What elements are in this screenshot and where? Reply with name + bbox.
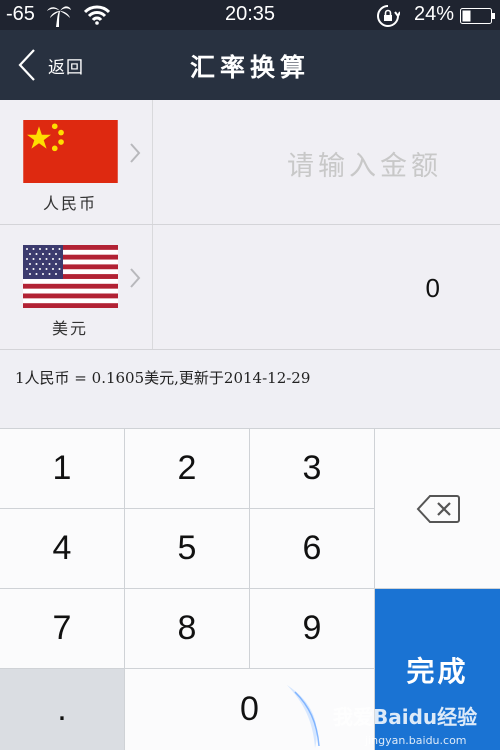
exchange-rate-info: 1人民币 = 0.1605美元,更新于2014-12-29 xyxy=(15,369,311,387)
done-button[interactable]: 完成 xyxy=(375,589,500,750)
key-0[interactable]: 0 xyxy=(125,669,374,750)
converted-value: 0 xyxy=(425,273,440,303)
backspace-icon xyxy=(416,494,460,523)
battery-icon xyxy=(460,8,495,24)
key-9[interactable]: 9 xyxy=(250,589,374,668)
from-currency-name: 人民币 xyxy=(42,194,97,213)
key-8[interactable]: 8 xyxy=(125,589,249,668)
usa-flag-icon xyxy=(23,245,118,308)
to-currency-selector[interactable]: 美元 xyxy=(0,225,153,349)
numeric-keypad: 1 2 3 4 5 6 7 8 9 . 0 完成 xyxy=(0,428,500,750)
china-flag-icon xyxy=(23,120,118,183)
key-2[interactable]: 2 xyxy=(125,429,249,508)
amount-input[interactable]: 请输入金额 xyxy=(160,144,442,183)
chevron-right-icon xyxy=(130,268,141,288)
from-currency-selector[interactable]: 人民币 xyxy=(0,100,153,224)
chevron-right-icon xyxy=(130,143,141,163)
from-currency-row: 人民币 请输入金额 xyxy=(0,100,500,225)
backspace-button[interactable] xyxy=(375,429,500,588)
rotation-lock-icon xyxy=(377,5,400,27)
battery-percent: 24% xyxy=(414,3,455,25)
nav-bar: 返回 汇率换算 xyxy=(0,30,500,100)
key-decimal[interactable]: . xyxy=(0,669,124,750)
key-3[interactable]: 3 xyxy=(250,429,374,508)
key-6[interactable]: 6 xyxy=(250,509,374,588)
key-5[interactable]: 5 xyxy=(125,509,249,588)
to-currency-row: 美元 0 xyxy=(0,225,500,350)
page-title: 汇率换算 xyxy=(189,53,310,82)
status-bar: -65 20:35 24% xyxy=(0,0,500,30)
key-4[interactable]: 4 xyxy=(0,509,124,588)
key-7[interactable]: 7 xyxy=(0,589,124,668)
key-1[interactable]: 1 xyxy=(0,429,124,508)
to-currency-name: 美元 xyxy=(51,319,88,338)
